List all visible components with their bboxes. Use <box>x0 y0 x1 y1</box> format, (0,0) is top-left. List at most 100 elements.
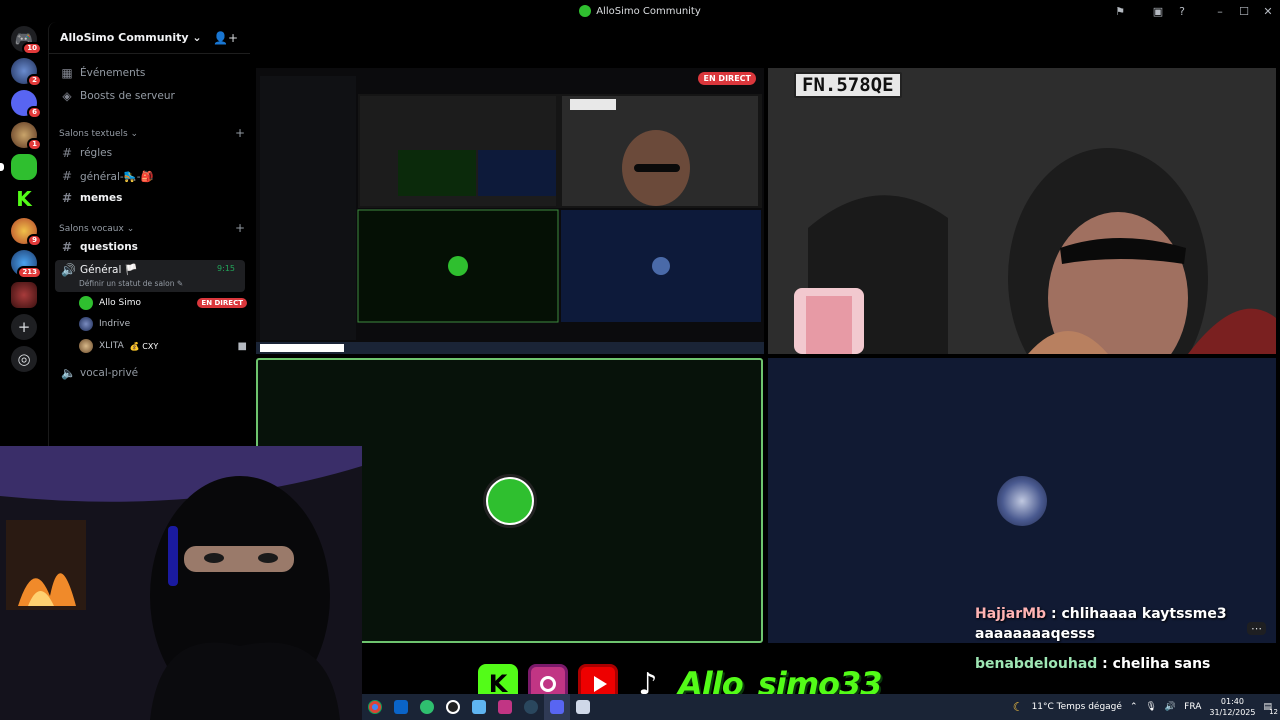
server-logo-icon <box>579 5 592 17</box>
speaker-icon[interactable]: 🔊 <box>1165 702 1176 712</box>
tray-chevron-icon[interactable]: ⌃ <box>1130 702 1138 712</box>
server-rail: 🎮 10 2 6 1 K 9 213 + ◎ <box>0 22 48 446</box>
direct-messages-button[interactable]: 🎮 10 <box>11 26 42 55</box>
unread-badge: 10 <box>22 42 42 55</box>
speaker-icon: 🔊 <box>61 263 76 277</box>
avatar <box>79 339 93 353</box>
steam-icon[interactable] <box>518 694 544 720</box>
channel-status-prompt[interactable]: Définir un statut de salon ✎ <box>79 279 183 288</box>
chat-message: benabdelouhad : cheliha sans <box>975 656 1211 672</box>
app-icon[interactable] <box>414 694 440 720</box>
server-icon[interactable]: 9 <box>11 218 42 247</box>
inbox-icon[interactable]: ▣ <box>1146 0 1170 22</box>
notification-count: 12 <box>1269 708 1278 716</box>
stream-tile-screenshare[interactable]: EN DIRECT <box>256 68 764 354</box>
explore-icon[interactable]: ◎ <box>11 346 37 372</box>
language-indicator[interactable]: FRA <box>1184 702 1201 712</box>
hash-icon: # <box>61 191 73 205</box>
invite-icon[interactable]: 👤+ <box>213 31 238 45</box>
window-title-text: AlloSimo Community <box>596 5 701 17</box>
windows-taskbar: ☾ 11°C Temps dégagé ⌃ 🎙 🔊 FRA 01:40 31/1… <box>362 694 1280 720</box>
camera-icon: ■ <box>237 340 247 352</box>
add-server-icon[interactable]: + <box>11 314 37 340</box>
add-channel-icon[interactable]: + <box>235 222 245 234</box>
discord-server-icon[interactable]: 6 <box>11 90 42 119</box>
outlook-icon[interactable] <box>388 694 414 720</box>
voice-channel-general[interactable]: 🔊 Général 🏳️ 9:15 Définir un statut de s… <box>55 260 245 292</box>
boosts-item[interactable]: ◈ Boosts de serveur <box>55 86 245 106</box>
chat-username: benabdelouhad <box>975 656 1098 672</box>
maximize-button[interactable]: ☐ <box>1232 0 1256 22</box>
server-icon[interactable]: 1 <box>11 122 42 151</box>
notepad-icon[interactable] <box>570 694 596 720</box>
flag-icon[interactable]: ⚑ <box>1108 0 1132 22</box>
avatar <box>79 317 93 331</box>
server-icon[interactable]: 213 <box>11 250 42 279</box>
license-plate: FN.578QE <box>794 72 902 98</box>
kick-server-icon[interactable]: K <box>11 186 37 212</box>
stream-tile-indrive[interactable]: ⋯ <box>768 358 1276 643</box>
channel-sidebar: AlloSimo Community ⌄ 👤+ ▦ Événements ◈ Boo… <box>48 22 250 446</box>
discord-app-icon[interactable] <box>544 694 570 720</box>
channel-general[interactable]: # général-🛼-🎒 <box>55 166 245 186</box>
obs-icon[interactable] <box>440 694 466 720</box>
voice-category[interactable]: Salons vocaux ⌄ + <box>59 222 245 234</box>
instagram-app-icon[interactable] <box>492 694 518 720</box>
voice-user[interactable]: XLITA 💰 CXY ■ <box>79 337 247 355</box>
live-badge: EN DIRECT <box>197 298 247 308</box>
allosimo-server-icon[interactable] <box>0 154 37 180</box>
server-icon[interactable]: 2 <box>11 58 42 87</box>
window-controls: ⚑ ▣ ? – ☐ ✕ <box>1108 0 1280 22</box>
server-icon[interactable] <box>11 282 37 308</box>
speaker-locked-icon: 🔈 <box>61 366 76 380</box>
indrive-avatar-icon <box>997 475 1047 526</box>
unread-badge: 1 <box>27 138 42 151</box>
voice-channel-private[interactable]: 🔈 vocal-privé <box>55 363 245 383</box>
app-root: AlloSimo Community ⚑ ▣ ? – ☐ ✕ 🎮 10 2 6 1… <box>0 0 1280 720</box>
chat-text: cheliha sans <box>1112 656 1211 672</box>
unread-badge: 2 <box>27 74 42 87</box>
stream-tile-camera[interactable]: FN.578QE <box>768 68 1276 354</box>
voice-user[interactable]: Allo Simo EN DIRECT <box>79 294 247 312</box>
channel-questions[interactable]: # questions <box>55 237 245 257</box>
calendar-icon: ▦ <box>61 66 73 80</box>
boost-icon: ◈ <box>62 89 72 103</box>
hash-icon: # <box>61 169 73 183</box>
camera-feed <box>768 68 1276 354</box>
avatar <box>79 296 93 310</box>
selected-indicator <box>0 163 4 171</box>
voice-timer: 9:15 <box>217 264 235 273</box>
window-title: AlloSimo Community <box>579 5 701 17</box>
chrome-icon[interactable] <box>362 694 388 720</box>
unread-badge: 213 <box>17 266 42 279</box>
hash-icon: # <box>61 240 73 254</box>
system-tray: ☾ 11°C Temps dégagé ⌃ 🎙 🔊 FRA 01:40 31/1… <box>1013 694 1278 720</box>
unread-badge: 6 <box>27 106 42 119</box>
chat-username: HajjarMb <box>975 606 1047 622</box>
mic-icon[interactable]: 🎙 <box>1145 702 1156 712</box>
channel-memes[interactable]: # memes <box>55 188 245 208</box>
streamer-webcam <box>0 446 362 720</box>
close-button[interactable]: ✕ <box>1256 0 1280 22</box>
app-icon[interactable] <box>466 694 492 720</box>
events-item[interactable]: ▦ Événements <box>55 63 245 83</box>
chat-message: HajjarMb : chlihaaaa kaytssme3 aaaaaaaaq… <box>975 606 1227 642</box>
voice-user[interactable]: Indrive <box>79 315 130 333</box>
minimize-button[interactable]: – <box>1208 0 1232 22</box>
add-channel-icon[interactable]: + <box>235 127 245 139</box>
server-header[interactable]: AlloSimo Community ⌄ 👤+ <box>49 22 250 54</box>
hash-icon: # <box>61 146 73 160</box>
title-bar: AlloSimo Community ⚑ ▣ ? – ☐ ✕ <box>0 0 1280 22</box>
weather-text[interactable]: 11°C Temps dégagé <box>1032 702 1122 712</box>
live-badge: EN DIRECT <box>698 72 756 85</box>
webcam-feed <box>0 446 362 720</box>
help-icon[interactable]: ? <box>1170 0 1194 22</box>
voice-channel-name: Général 🏳️ <box>80 264 138 276</box>
channel-regles[interactable]: # régles <box>55 143 245 163</box>
text-category[interactable]: Salons textuels ⌄ + <box>59 127 245 139</box>
notification-icon[interactable]: ▤ 12 <box>1263 702 1278 716</box>
chat-overlay: HajjarMb : chlihaaaa kaytssme3 aaaaaaaaq… <box>975 604 1275 684</box>
clock[interactable]: 01:40 31/12/2025 <box>1209 696 1255 718</box>
allo-simo-avatar-icon <box>482 473 537 528</box>
unread-badge: 9 <box>27 234 42 247</box>
